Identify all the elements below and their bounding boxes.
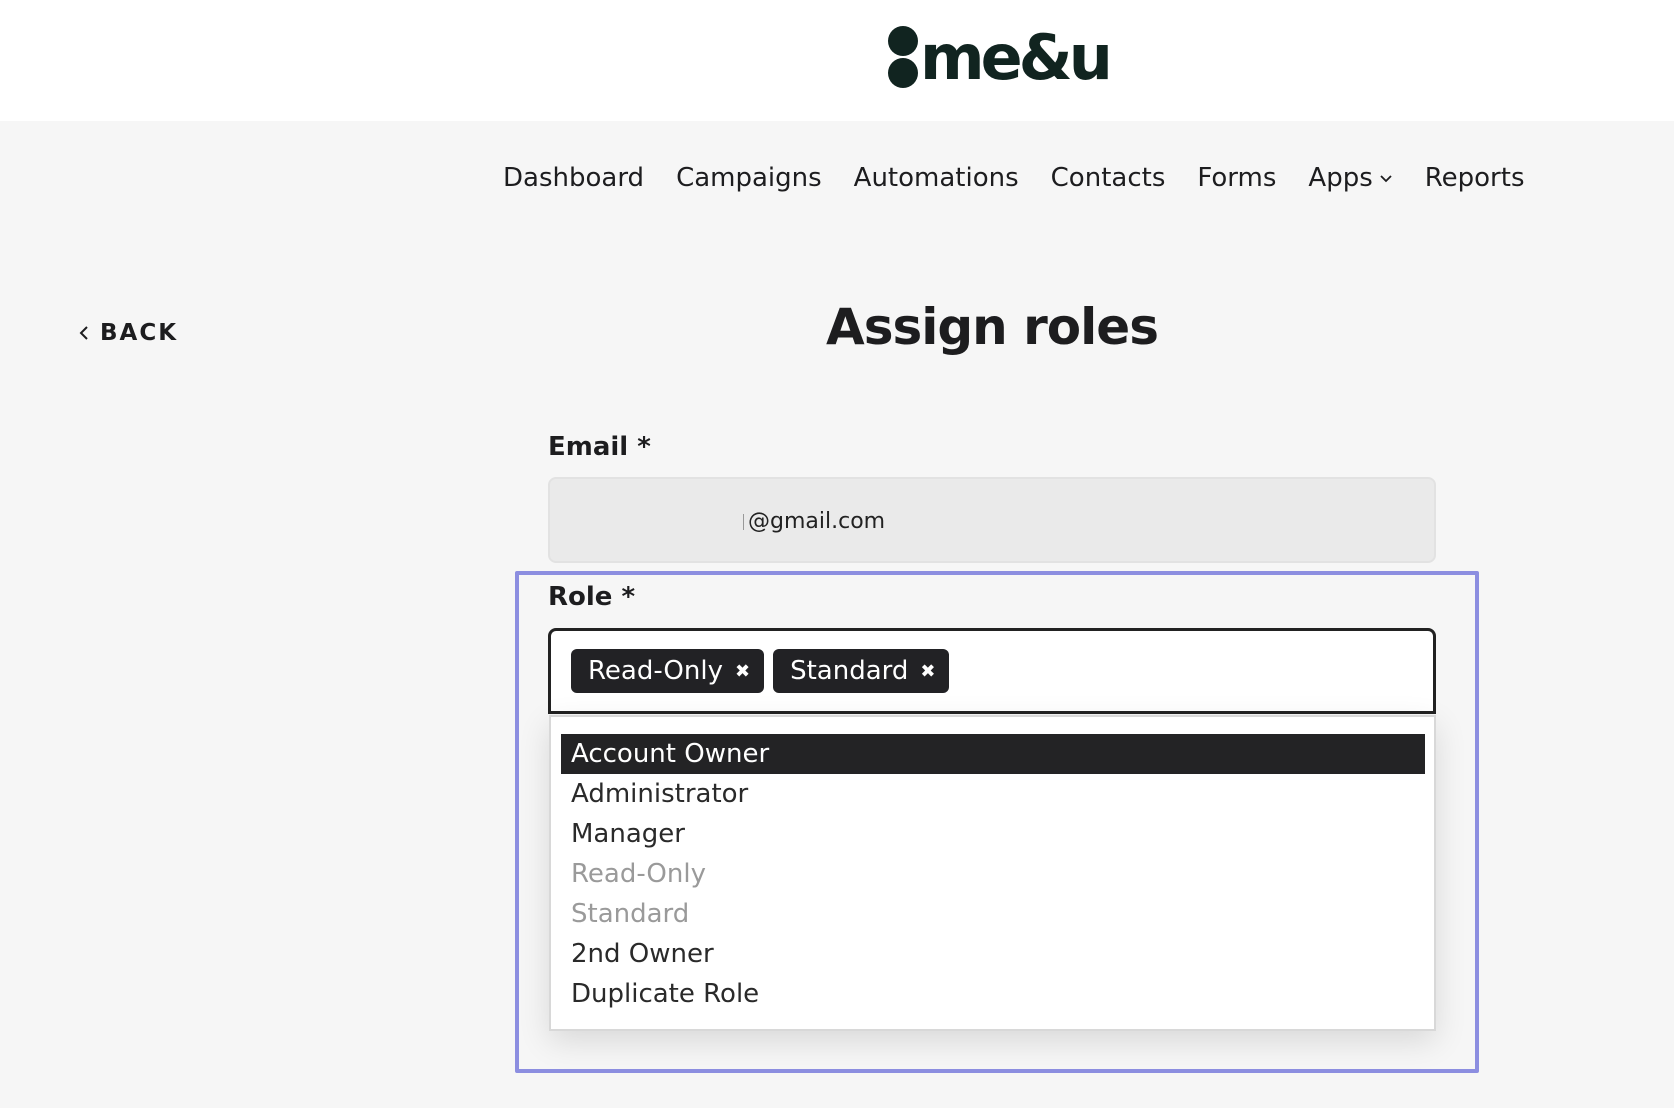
email-value: @gmail.com bbox=[748, 509, 886, 534]
email-field[interactable]: @gmail.com bbox=[548, 477, 1436, 563]
role-option-administrator[interactable]: Administrator bbox=[561, 774, 1425, 814]
nav-item-campaigns[interactable]: Campaigns bbox=[676, 163, 822, 193]
role-tag-label: Standard bbox=[790, 656, 909, 686]
role-option-duplicate-role[interactable]: Duplicate Role bbox=[561, 974, 1425, 1014]
logo-text: me&u bbox=[920, 21, 1113, 94]
role-tag-read-only[interactable]: Read-Only ✖ bbox=[571, 649, 765, 693]
nav-item-label: Automations bbox=[853, 163, 1019, 193]
email-label: Email * bbox=[548, 432, 651, 462]
role-multiselect[interactable]: Read-Only ✖ Standard ✖ bbox=[548, 628, 1436, 714]
role-option-standard: Standard bbox=[571, 899, 690, 929]
page-title: Assign roles bbox=[826, 298, 1159, 356]
role-option-2nd-owner[interactable]: 2nd Owner bbox=[561, 934, 1425, 974]
chevron-down-icon bbox=[1380, 175, 1392, 183]
nav-item-label: Dashboard bbox=[503, 163, 645, 193]
nav-item-label: Contacts bbox=[1050, 163, 1166, 193]
nav-item-automations[interactable]: Automations bbox=[854, 163, 1019, 193]
nav-item-label: Forms bbox=[1197, 163, 1277, 193]
text-caret bbox=[743, 514, 744, 530]
role-label: Role * bbox=[548, 582, 636, 612]
nav-item-forms[interactable]: Forms bbox=[1197, 163, 1276, 193]
nav-item-label: Reports bbox=[1424, 163, 1525, 193]
nav-item-apps[interactable]: Apps bbox=[1308, 163, 1392, 193]
remove-tag-icon[interactable]: ✖ bbox=[920, 661, 935, 682]
logo-dots-icon bbox=[886, 24, 920, 92]
nav-item-dashboard[interactable]: Dashboard bbox=[503, 163, 644, 193]
nav-item-reports[interactable]: Reports bbox=[1425, 163, 1525, 193]
role-dropdown-list: Account Owner Administrator Manager Read… bbox=[549, 715, 1436, 1031]
role-option-manager[interactable]: Manager bbox=[561, 814, 1425, 854]
role-option-read-only: Read-Only bbox=[571, 859, 706, 889]
main-nav: Dashboard Campaigns Automations Contacts… bbox=[503, 158, 1524, 198]
brand-logo[interactable]: me&u bbox=[886, 21, 1113, 94]
nav-item-contacts[interactable]: Contacts bbox=[1051, 163, 1166, 193]
nav-item-label: Campaigns bbox=[676, 163, 822, 193]
nav-item-label: Apps bbox=[1308, 163, 1373, 193]
role-tag-label: Read-Only bbox=[588, 656, 723, 686]
role-tag-standard[interactable]: Standard ✖ bbox=[773, 649, 950, 693]
header-bar: me&u bbox=[0, 0, 1674, 121]
role-option-account-owner[interactable]: Account Owner bbox=[561, 734, 1425, 774]
remove-tag-icon[interactable]: ✖ bbox=[735, 661, 750, 682]
